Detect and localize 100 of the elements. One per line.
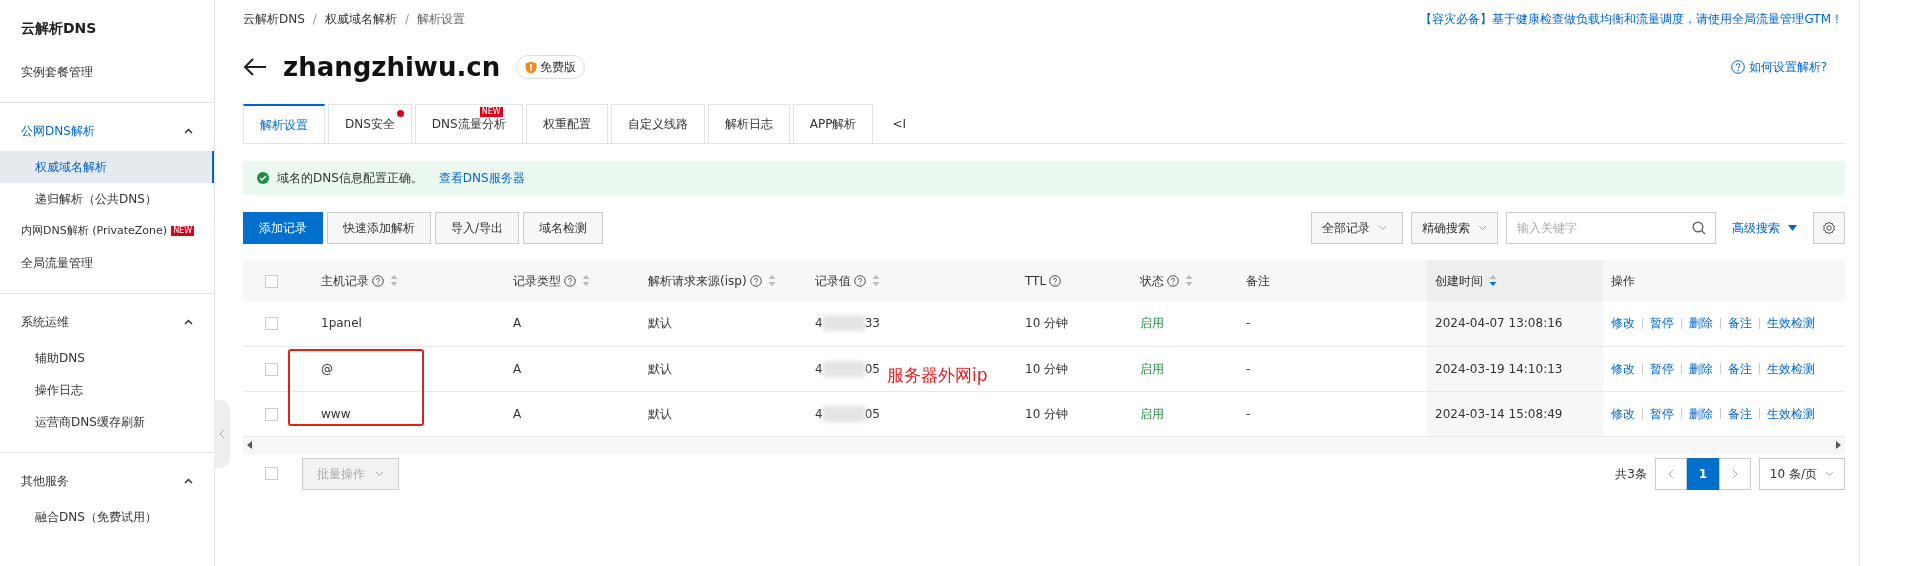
add-record-button[interactable]: 添加记录 <box>243 212 323 244</box>
tab[interactable]: 解析设置 <box>243 104 325 143</box>
action-link[interactable]: 暂停 <box>1650 314 1674 333</box>
help-icon <box>1049 274 1062 287</box>
chevron-icon <box>375 470 384 477</box>
page-size-select[interactable]: 10 条/页 <box>1758 457 1845 490</box>
action-link[interactable]: 生效检测 <box>1767 314 1815 333</box>
next-page-button[interactable] <box>1718 457 1751 490</box>
action-link[interactable]: 生效检测 <box>1767 404 1815 423</box>
breadcrumb-item[interactable]: 权威域名解析 <box>324 10 397 28</box>
sidebar-group[interactable]: 公网DNS解析 <box>0 111 214 151</box>
chevron-icon <box>184 478 193 484</box>
chevron-icon <box>1825 470 1834 477</box>
toolbar-button[interactable]: 快速添加解析 <box>327 212 431 244</box>
advanced-search-link[interactable]: 高级搜索 <box>1732 219 1797 237</box>
breadcrumb-separator: / <box>312 11 317 28</box>
breadcrumb-item: 解析设置 <box>416 11 465 28</box>
blurred-region <box>822 405 865 422</box>
action-link[interactable]: 修改 <box>1611 314 1635 333</box>
column-header[interactable]: 记录类型 <box>513 273 561 288</box>
page-button[interactable]: 1 <box>1686 457 1719 490</box>
action-link[interactable]: 删除 <box>1689 314 1713 333</box>
sidebar-item[interactable]: 内网DNS解析 (PrivateZone) <box>0 215 172 247</box>
sidebar-item[interactable]: 全局流量管理 <box>0 247 214 279</box>
breadcrumb-item[interactable]: 云解析DNS <box>243 10 305 28</box>
action-link[interactable]: 生效检测 <box>1767 359 1815 378</box>
sidebar-item[interactable]: 权威域名解析 <box>0 151 214 183</box>
table-cell: 默认 <box>648 361 672 376</box>
action-link[interactable]: 备注 <box>1728 404 1752 423</box>
sidebar-item[interactable]: 辅助DNS <box>0 342 214 374</box>
table-cell: 10 分钟 <box>1025 406 1069 421</box>
table-cell: A <box>513 316 522 331</box>
row-checkbox[interactable] <box>265 317 278 331</box>
tab[interactable]: 权重配置 <box>525 104 608 143</box>
previous-page-button[interactable] <box>1654 457 1687 490</box>
action-link[interactable]: 删除 <box>1689 359 1713 378</box>
select-all-checkbox[interactable] <box>265 467 278 480</box>
banner-text: 域名的DNS信息配置正确。 <box>277 170 423 187</box>
banner-link[interactable]: 查看DNS服务器 <box>438 169 525 187</box>
column-header[interactable]: 主机记录 <box>321 273 369 288</box>
sort-icon <box>1185 273 1193 287</box>
toolbar-button[interactable]: 域名检测 <box>523 212 604 244</box>
collapse-handle[interactable] <box>214 400 230 468</box>
promo-link[interactable]: 【容灾必备】基于健康检查做负载均衡和流量调度，请使用全局流量管理GTM！ <box>1420 10 1843 28</box>
chevron-icon <box>184 319 193 325</box>
tab[interactable]: <I <box>876 104 922 143</box>
sidebar-title: 云解析DNS <box>20 19 98 38</box>
search-icon <box>1692 221 1706 235</box>
help-icon <box>372 274 384 287</box>
edition-label: 免费版 <box>540 59 577 76</box>
record-type-select[interactable]: 全部记录 <box>1311 212 1403 244</box>
sidebar-item[interactable]: 操作日志 <box>0 374 214 406</box>
action-link[interactable]: 备注 <box>1728 314 1752 333</box>
action-link[interactable]: 暂停 <box>1650 404 1674 423</box>
total-count: 共3条 <box>1615 465 1647 483</box>
help-icon <box>1167 274 1179 287</box>
tab[interactable]: 解析日志 <box>707 104 790 143</box>
select-all-checkbox[interactable] <box>265 274 278 288</box>
help-link[interactable]: 如何设置解析? <box>1748 58 1827 76</box>
tab[interactable]: APP解析 <box>792 104 874 143</box>
sidebar-group[interactable]: 其他服务 <box>0 461 214 501</box>
sidebar-item[interactable]: 递归解析（公共DNS） <box>0 183 214 215</box>
tab[interactable]: 自定义线路 <box>610 104 705 143</box>
breadcrumb-separator: / <box>404 11 409 28</box>
sidebar-group[interactable]: 系统运维 <box>0 302 214 342</box>
action-link[interactable]: 修改 <box>1611 404 1635 423</box>
action-link[interactable]: 备注 <box>1728 359 1752 378</box>
sort-icon <box>767 273 776 287</box>
sort-icon <box>582 273 590 287</box>
tab[interactable]: DNS安全 <box>328 104 412 143</box>
sidebar-item[interactable]: 实例套餐管理 <box>0 56 214 88</box>
search-mode-select[interactable]: 精确搜索 <box>1411 212 1498 244</box>
row-checkbox[interactable] <box>265 362 278 376</box>
column-header[interactable]: 创建时间 <box>1435 273 1483 288</box>
new-badge: NEW <box>479 107 503 117</box>
toolbar-button[interactable]: 导入/导出 <box>435 212 520 244</box>
scroll-right-icon <box>1836 441 1841 449</box>
table-cell: - <box>1246 406 1251 421</box>
help-icon <box>749 274 762 287</box>
column-header: 操作 <box>1611 273 1635 288</box>
record-value-start: 4 <box>815 405 823 423</box>
annotation-text: 服务器外网ip <box>887 365 988 386</box>
chevron-icon <box>1378 225 1387 231</box>
action-link[interactable]: 删除 <box>1689 404 1713 423</box>
row-checkbox[interactable] <box>265 407 278 421</box>
column-header[interactable]: 状态 <box>1140 273 1164 288</box>
action-link[interactable]: 修改 <box>1611 359 1635 378</box>
status-text: 启用 <box>1140 406 1164 421</box>
settings-button[interactable] <box>1813 212 1845 244</box>
sidebar-item[interactable]: 融合DNS（免费试用） <box>0 501 214 533</box>
table-cell: 10 分钟 <box>1025 361 1069 376</box>
sort-icon <box>872 273 880 287</box>
table-cell: 2024-04-07 13:08:16 <box>1435 316 1563 331</box>
record-value-start: 4 <box>815 315 823 333</box>
action-link[interactable]: 暂停 <box>1650 359 1674 378</box>
table-cell: www <box>321 406 351 421</box>
column-header[interactable]: 记录值 <box>815 273 851 288</box>
search-field[interactable]: 输入关键字 <box>1506 212 1716 244</box>
check-circle-icon <box>257 172 269 184</box>
sidebar-item[interactable]: 运营商DNS缓存刷新 <box>0 406 214 438</box>
